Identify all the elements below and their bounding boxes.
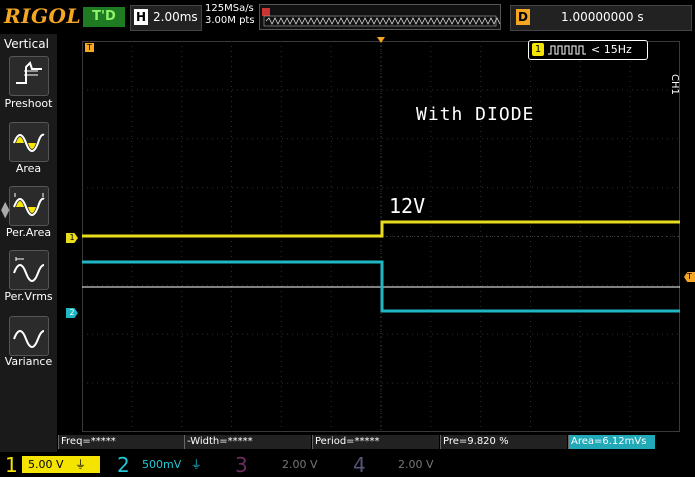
channel-4-tab[interactable]: 4 2.00 V [348,452,458,477]
channel-4-scale: 2.00 V [398,458,434,471]
channel-2-coupling-icon: ⏚ [190,458,202,471]
timebase-value: 2.00ms [153,10,198,24]
waveform-display[interactable]: T 1 < 15Hz CH1 With DIODE 12V 1 2 T [58,34,695,434]
variance-button[interactable] [9,316,49,356]
channel-2-tab[interactable]: 2 500mV ⏚ [112,452,222,477]
channel-2-number: 2 [117,453,130,477]
measure-neg-width[interactable]: -Width=***** [184,435,311,449]
channel-4-number: 4 [353,453,366,477]
measure-freq[interactable]: Freq=***** [58,435,185,449]
graticule [82,41,680,432]
ch1-trace [82,220,680,238]
channel-1-number: 1 [5,453,18,477]
measure-period[interactable]: Period=***** [312,435,439,449]
trigger-level-marker[interactable]: T [684,272,695,282]
frequency-badge-value: < 15Hz [591,43,632,56]
channel-3-tab[interactable]: 3 2.00 V [230,452,340,477]
channel-bar: 1 5.00 V ⏚ 2 500mV ⏚ 3 2.00 V 4 2.00 V [0,452,695,477]
per-vrms-button[interactable] [9,250,49,290]
measure-preshoot[interactable]: Pre=9.820 % [440,435,567,449]
area-label: Area [15,162,42,175]
voltage-label: 12V [389,194,426,218]
menu-scroll-icon[interactable]: ▲ ▼ [1,200,9,219]
pulse-icon [548,45,586,55]
preshoot-button[interactable] [9,56,49,96]
menu-title: Vertical [4,37,49,51]
frequency-badge: 1 < 15Hz [528,40,648,60]
trigger-status-badge: T'D [83,7,125,27]
preshoot-icon [16,61,42,84]
annotation-text: With DIODE [416,104,535,125]
channel-1-scale: 5.00 V ⏚ [22,456,100,473]
measurement-bar: Freq=***** -Width=***** Period=***** Pre… [58,434,695,450]
memory-depth: 3.00M pts [205,15,255,26]
ch1-offset-marker[interactable]: 1 [66,233,78,243]
delay-panel[interactable]: D 1.00000000 s [510,5,692,31]
memory-waveform-icon [262,8,500,27]
area-icon [13,133,45,152]
per-area-button[interactable] [9,186,49,226]
top-status-bar: RIGOL T'D H 2.00ms 125MSa/s 3.00M pts D … [0,0,695,34]
per-vrms-icon [13,257,45,282]
memory-overview-bar[interactable] [259,4,501,30]
per-vrms-label: Per.Vrms [4,290,53,303]
trigger-position-marker[interactable] [377,37,385,43]
variance-icon [13,330,45,348]
measure-area[interactable]: Area=6.12mVs [568,435,655,449]
rigol-logo: RIGOL [4,4,82,28]
channel-3-number: 3 [235,453,248,477]
channel-1-scale-value: 5.00 V [28,458,64,471]
vertical-measure-menu: Vertical Preshoot Area Per.Area Per.Vrms [0,34,57,452]
horizontal-label: H [134,9,148,25]
ch2-offset-marker[interactable]: 2 [66,308,78,318]
channel-2-scale: 500mV ⏚ [136,456,218,473]
ch1-side-label: CH1 [669,74,680,95]
acquisition-info: 125MSa/s 3.00M pts [205,3,255,27]
channel-1-tab[interactable]: 1 5.00 V ⏚ [0,452,104,477]
delay-value: 1.00000000 s [561,10,644,24]
area-button[interactable] [9,122,49,162]
per-area-icon [13,193,45,216]
channel-3-scale: 2.00 V [282,458,318,471]
sample-rate: 125MSa/s [205,3,254,14]
channel-2-scale-value: 500mV [142,458,182,471]
preshoot-label: Preshoot [4,97,53,110]
per-area-label: Per.Area [5,226,52,239]
frequency-badge-channel: 1 [532,43,544,56]
variance-label: Variance [4,355,53,368]
channel-1-coupling-icon: ⏚ [75,458,87,471]
delay-label: D [516,9,530,25]
timebase-panel[interactable]: H 2.00ms [130,5,202,31]
trigger-marker-top: T [85,43,94,52]
